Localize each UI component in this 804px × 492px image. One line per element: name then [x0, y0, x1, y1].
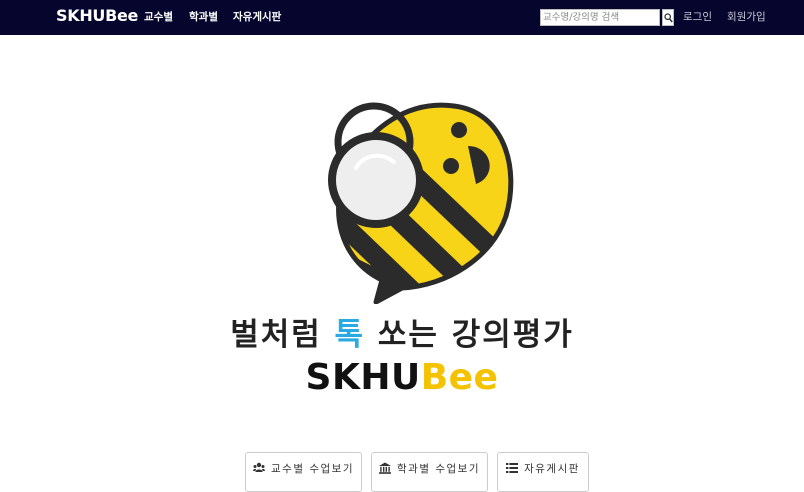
professor-classes-button[interactable]: 교수별 수업보기	[245, 452, 362, 492]
professor-classes-label: 교수별 수업보기	[271, 462, 354, 475]
free-board-label: 자유게시판	[524, 462, 580, 475]
department-classes-label: 학과별 수업보기	[397, 462, 480, 475]
users-icon	[253, 462, 266, 472]
search-input[interactable]	[540, 9, 660, 26]
nav-free-board[interactable]: 자유게시판	[233, 10, 281, 24]
nav-professors[interactable]: 교수별	[144, 10, 173, 24]
bee-eye	[451, 122, 467, 138]
hero-brand: SKHUBee	[200, 356, 604, 400]
search-button[interactable]	[662, 9, 674, 26]
hero-brand-skhu: SKHU	[305, 357, 421, 398]
magnifier-lens	[328, 132, 424, 228]
top-navbar: SKHUBee 교수별 학과별 자유게시판 로그인 회원가입	[0, 0, 804, 35]
bee-magnifier-logo	[328, 102, 514, 304]
department-classes-button[interactable]: 학과별 수업보기	[371, 452, 488, 492]
slogan-prefix: 벌처럼	[230, 317, 335, 353]
slogan-accent: 톡	[334, 317, 366, 353]
signup-link[interactable]: 회원가입	[727, 10, 766, 24]
brand-logo-link[interactable]: SKHUBee	[56, 6, 138, 26]
login-link[interactable]: 로그인	[683, 10, 712, 24]
list-icon	[506, 463, 519, 473]
nav-departments[interactable]: 학과별	[189, 10, 218, 24]
search-icon	[664, 13, 673, 23]
free-board-button[interactable]: 자유게시판	[497, 452, 589, 492]
bank-icon	[379, 462, 392, 474]
hero-slogan: 벌처럼 톡 쏘는 강의평가	[200, 315, 604, 355]
hero-brand-bee: Bee	[420, 357, 499, 398]
slogan-suffix: 쏘는 강의평가	[365, 317, 574, 353]
